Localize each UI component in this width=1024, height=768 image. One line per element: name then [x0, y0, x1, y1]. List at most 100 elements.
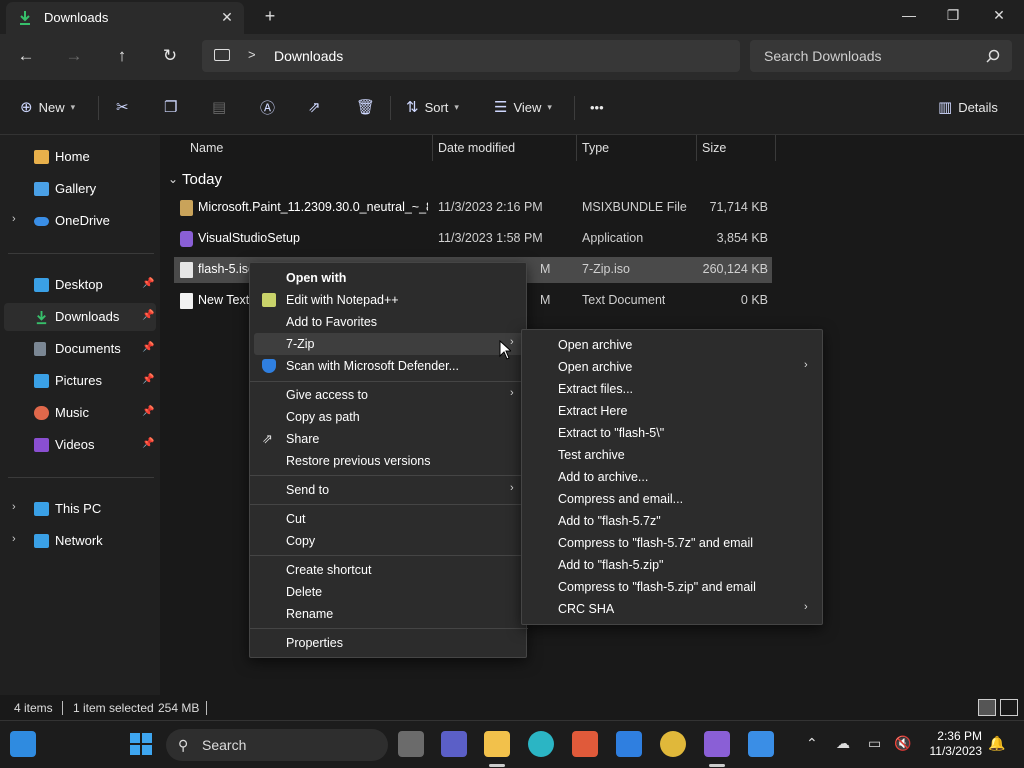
menu-item-create-shortcut[interactable]: Create shortcut — [254, 559, 524, 581]
network-tray-icon[interactable]: ▭ — [868, 735, 881, 752]
column-divider[interactable] — [432, 135, 433, 161]
minimize-button[interactable]: — — [886, 0, 932, 32]
rename-button[interactable]: Ⓐ — [260, 95, 275, 119]
submenu-item-compress-zip-email[interactable]: Compress to "flash-5.zip" and email — [526, 576, 820, 598]
tab-close-button[interactable]: ✕ — [218, 8, 236, 26]
mail-icon[interactable] — [616, 731, 642, 757]
submenu-item-extract-files[interactable]: Extract files... — [526, 378, 820, 400]
submenu-item-open-archive[interactable]: Open archive — [526, 334, 820, 356]
copy-button[interactable]: ❐ — [164, 95, 177, 119]
file-explorer-icon[interactable] — [484, 731, 510, 757]
forward-button[interactable]: → — [60, 44, 88, 70]
submenu-item-crc-sha[interactable]: CRC SHA › — [526, 598, 820, 620]
breadcrumb-downloads[interactable]: Downloads — [274, 48, 343, 64]
address-bar[interactable]: > Downloads — [202, 40, 740, 72]
menu-item-give-access[interactable]: Give access to › — [254, 384, 524, 406]
breadcrumb-chevron[interactable]: > — [248, 47, 256, 62]
submenu-item-test-archive[interactable]: Test archive — [526, 444, 820, 466]
widgets-icon[interactable] — [10, 731, 36, 757]
notification-bell-icon[interactable]: 🔔 — [988, 735, 1005, 752]
menu-item-delete[interactable]: Delete — [254, 581, 524, 603]
new-tab-button[interactable]: + — [260, 7, 280, 27]
onedrive-tray-icon[interactable]: ☁ — [836, 735, 850, 752]
column-divider[interactable] — [696, 135, 697, 161]
file-row[interactable]: VisualStudioSetup 11/3/2023 1:58 PM Appl… — [174, 226, 772, 252]
sidebar-item-documents[interactable]: Documents 📌 — [4, 335, 156, 363]
sidebar-item-gallery[interactable]: Gallery — [4, 175, 156, 203]
edge-icon[interactable] — [528, 731, 554, 757]
sort-button[interactable]: ⇅ Sort ▾ — [406, 95, 459, 119]
volume-icon[interactable]: 🔇 — [894, 735, 911, 752]
sidebar-item-desktop[interactable]: Desktop 📌 — [4, 271, 156, 299]
expand-chevron-icon[interactable]: › — [12, 213, 16, 225]
taskbar-search[interactable]: ⚲ Search — [166, 729, 388, 761]
visual-studio-icon[interactable] — [704, 731, 730, 757]
menu-item-edit-notepad[interactable]: Edit with Notepad++ — [254, 289, 524, 311]
sidebar-item-pictures[interactable]: Pictures 📌 — [4, 367, 156, 395]
more-options-button[interactable]: ••• — [590, 95, 604, 119]
menu-item-copy-path[interactable]: Copy as path — [254, 406, 524, 428]
collapse-chevron-icon[interactable]: ⌄ — [168, 172, 178, 186]
column-header-name[interactable]: Name — [190, 141, 223, 163]
menu-item-copy[interactable]: Copy — [254, 530, 524, 552]
column-header-type[interactable]: Type — [582, 141, 609, 163]
view-button[interactable]: ☰ View ▾ — [494, 95, 552, 119]
share-button[interactable]: ⇗ — [308, 95, 321, 119]
paste-button[interactable]: ▤ — [212, 95, 226, 119]
teams-icon[interactable] — [441, 731, 467, 757]
expand-chevron-icon[interactable]: › — [12, 501, 16, 513]
menu-item-send-to[interactable]: Send to › — [254, 479, 524, 501]
submenu-item-compress-email[interactable]: Compress and email... — [526, 488, 820, 510]
tab-downloads[interactable]: Downloads ✕ — [6, 2, 244, 34]
maximize-button[interactable]: ❐ — [930, 0, 976, 32]
sidebar-item-videos[interactable]: Videos 📌 — [4, 431, 156, 459]
file-row[interactable]: Microsoft.Paint_11.2309.30.0_neutral_~_8… — [174, 195, 772, 221]
clock[interactable]: 2:36 PM 11/3/2023 — [918, 729, 983, 759]
menu-item-restore[interactable]: Restore previous versions — [254, 450, 524, 472]
store-icon[interactable] — [572, 731, 598, 757]
chevron-up-icon[interactable]: ⌃ — [806, 735, 818, 752]
menu-item-7zip[interactable]: 7-Zip › — [254, 333, 524, 355]
menu-item-scan-defender[interactable]: Scan with Microsoft Defender... — [254, 355, 524, 377]
new-button[interactable]: ⊕ New ▾ — [20, 95, 75, 119]
group-header-today[interactable]: Today — [182, 171, 222, 188]
menu-item-rename[interactable]: Rename — [254, 603, 524, 625]
column-divider[interactable] — [775, 135, 776, 161]
submenu-item-add-zip[interactable]: Add to "flash-5.zip" — [526, 554, 820, 576]
sidebar-item-network[interactable]: › Network — [4, 527, 156, 555]
sidebar-item-music[interactable]: Music 📌 — [4, 399, 156, 427]
menu-item-add-favorites[interactable]: Add to Favorites — [254, 311, 524, 333]
sidebar-item-this-pc[interactable]: › This PC — [4, 495, 156, 523]
back-button[interactable]: ← — [12, 44, 40, 70]
column-divider[interactable] — [576, 135, 577, 161]
submenu-item-compress-7z-email[interactable]: Compress to "flash-5.7z" and email — [526, 532, 820, 554]
refresh-button[interactable]: ↻ — [156, 44, 184, 70]
tiles-view-icon[interactable] — [1000, 699, 1018, 716]
submenu-item-open-archive-more[interactable]: Open archive › — [526, 356, 820, 378]
windows-start-icon[interactable] — [128, 731, 154, 757]
chrome-icon[interactable] — [660, 731, 686, 757]
search-input[interactable]: Search Downloads — [750, 40, 1012, 72]
details-button[interactable]: ▥ Details — [938, 95, 998, 119]
cut-button[interactable]: ✂ — [116, 95, 129, 119]
menu-item-share[interactable]: ⇗ Share — [254, 428, 524, 450]
expand-chevron-icon[interactable]: › — [12, 533, 16, 545]
sidebar-item-onedrive[interactable]: › OneDrive — [4, 207, 156, 235]
submenu-item-extract-to[interactable]: Extract to "flash-5\" — [526, 422, 820, 444]
delete-button[interactable]: 🗑 — [356, 95, 375, 119]
close-window-button[interactable]: ✕ — [976, 0, 1022, 32]
menu-item-open-with[interactable]: Open with — [254, 267, 524, 289]
task-view-icon[interactable] — [398, 731, 424, 757]
submenu-item-add-7z[interactable]: Add to "flash-5.7z" — [526, 510, 820, 532]
column-header-size[interactable]: Size — [702, 141, 726, 163]
notepad-icon[interactable] — [748, 731, 774, 757]
submenu-item-add-to-archive[interactable]: Add to archive... — [526, 466, 820, 488]
details-view-icon[interactable] — [978, 699, 996, 716]
up-button[interactable]: ↑ — [108, 44, 136, 70]
sidebar-item-downloads[interactable]: Downloads 📌 — [4, 303, 156, 331]
sidebar-item-home[interactable]: Home — [4, 143, 156, 171]
submenu-item-extract-here[interactable]: Extract Here — [526, 400, 820, 422]
column-header-date[interactable]: Date modified — [438, 141, 515, 163]
menu-item-cut[interactable]: Cut — [254, 508, 524, 530]
menu-item-properties[interactable]: Properties — [254, 632, 524, 654]
